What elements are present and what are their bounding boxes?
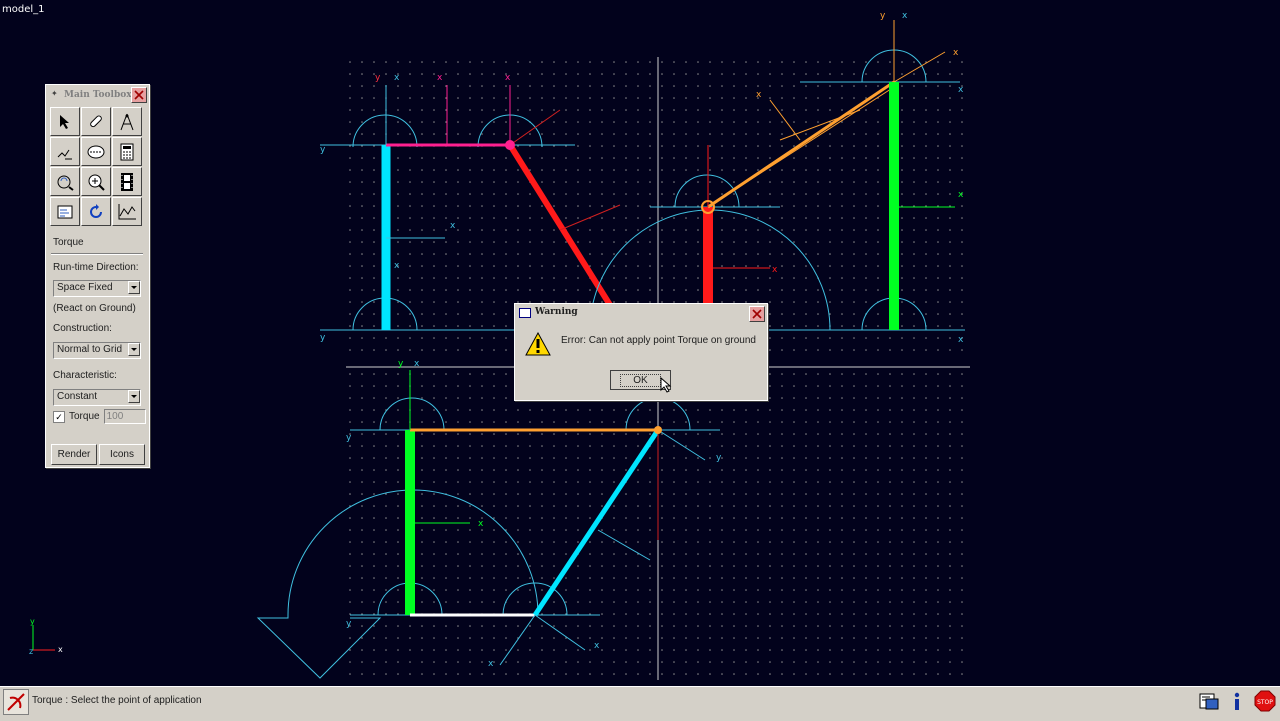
construction-select[interactable]: Normal to Grid: [53, 342, 141, 359]
toolbox-titlebar[interactable]: ✦ Main Toolbox: [46, 85, 149, 105]
svg-text:x: x: [958, 190, 964, 200]
select-arrow-icon[interactable]: [50, 107, 80, 136]
link-tool-icon[interactable]: [81, 107, 111, 136]
svg-text:x: x: [505, 73, 511, 83]
svg-text:x: x: [437, 73, 443, 83]
svg-text:x: x: [450, 221, 456, 231]
triad-y-label: y: [30, 617, 35, 626]
rotate-view-icon[interactable]: [50, 167, 80, 196]
toolbox-menu-icon[interactable]: ✦: [51, 89, 58, 98]
window-icon: [519, 308, 531, 318]
svg-text:STOP: STOP: [1257, 699, 1273, 706]
construction-label: Construction:: [53, 323, 112, 334]
toolbox-close-button[interactable]: [131, 87, 147, 103]
icons-button[interactable]: Icons: [99, 444, 145, 465]
main-toolbox[interactable]: ✦ Main Toolbox Torque Run-time Direction…: [45, 84, 150, 468]
triad-x-label: x: [58, 645, 63, 654]
torque-tool-icon: [3, 689, 29, 715]
triad-z-label: z: [29, 647, 33, 656]
svg-text:y: y: [346, 619, 352, 629]
spring-tool-icon[interactable]: [50, 137, 80, 166]
mouse-cursor-icon: [660, 377, 672, 393]
close-icon: [134, 90, 144, 100]
svg-text:x: x: [394, 261, 400, 271]
svg-text:y: y: [346, 433, 352, 443]
react-on-ground-note: (React on Ground): [53, 303, 136, 314]
svg-text:y: y: [375, 73, 381, 83]
render-button[interactable]: Render: [51, 444, 97, 465]
torque-checkbox[interactable]: ✓: [53, 410, 65, 423]
chevron-down-icon[interactable]: [128, 281, 140, 294]
section-divider: [51, 253, 143, 255]
svg-text:x: x: [953, 48, 959, 58]
runtime-direction-value: Space Fixed: [57, 282, 113, 293]
dialog-title: Warning: [535, 307, 578, 317]
graph-icon[interactable]: [112, 197, 142, 226]
chevron-down-icon[interactable]: [128, 343, 140, 356]
svg-text:x: x: [772, 265, 778, 275]
svg-text:x: x: [478, 519, 484, 529]
svg-text:y: y: [716, 453, 722, 463]
zoom-view-icon[interactable]: [81, 167, 111, 196]
svg-text:x: x: [394, 73, 400, 83]
chevron-down-icon[interactable]: [128, 390, 140, 403]
svg-text:x: x: [958, 335, 964, 345]
close-icon: [752, 309, 762, 319]
svg-text:x: x: [902, 11, 908, 21]
characteristic-value: Constant: [57, 391, 98, 402]
characteristic-select[interactable]: Constant: [53, 389, 141, 406]
undo-rotate-icon[interactable]: [81, 197, 111, 226]
ok-label: OK: [620, 373, 661, 387]
svg-text:y: y: [320, 145, 326, 155]
runtime-direction-select[interactable]: Space Fixed: [53, 280, 141, 297]
toolbox-title: Main Toolbox: [64, 90, 132, 100]
motor-tool-icon[interactable]: [81, 137, 111, 166]
torque-section-title: Torque: [53, 237, 84, 248]
calculator-icon[interactable]: [112, 137, 142, 166]
joint-compass-icon[interactable]: [112, 107, 142, 136]
torque-label: Torque: [69, 411, 100, 422]
svg-text:x: x: [958, 85, 964, 95]
warning-icon: [525, 332, 551, 356]
tool-settings-icon[interactable]: [1197, 689, 1221, 713]
svg-text:y: y: [398, 359, 404, 369]
status-text: Torque : Select the point of application: [32, 695, 202, 706]
characteristic-label: Characteristic:: [53, 370, 117, 381]
dialog-message: Error: Can not apply point Torque on gro…: [561, 335, 756, 346]
film-strip-icon[interactable]: [112, 167, 142, 196]
svg-text:x: x: [414, 359, 420, 369]
axis-triad: y x z: [29, 617, 63, 656]
properties-icon[interactable]: [50, 197, 80, 226]
torque-value-input[interactable]: 100: [103, 409, 146, 424]
dialog-titlebar[interactable]: Warning: [515, 304, 767, 323]
svg-text:y: y: [320, 333, 326, 343]
svg-text:x: x: [756, 90, 762, 100]
info-icon[interactable]: [1225, 689, 1249, 713]
svg-text:x: x: [594, 641, 600, 651]
construction-value: Normal to Grid: [57, 344, 123, 355]
dialog-close-button[interactable]: [749, 306, 765, 322]
torque-row: ✓ Torque 100: [53, 409, 146, 424]
stop-icon[interactable]: STOP: [1253, 689, 1277, 713]
svg-text:x: x: [488, 659, 494, 669]
runtime-direction-label: Run-time Direction:: [53, 262, 139, 273]
status-bar: Torque : Select the point of application…: [0, 686, 1280, 721]
svg-text:y: y: [880, 11, 886, 21]
warning-dialog[interactable]: Warning Error: Can not apply point Torqu…: [514, 303, 768, 401]
